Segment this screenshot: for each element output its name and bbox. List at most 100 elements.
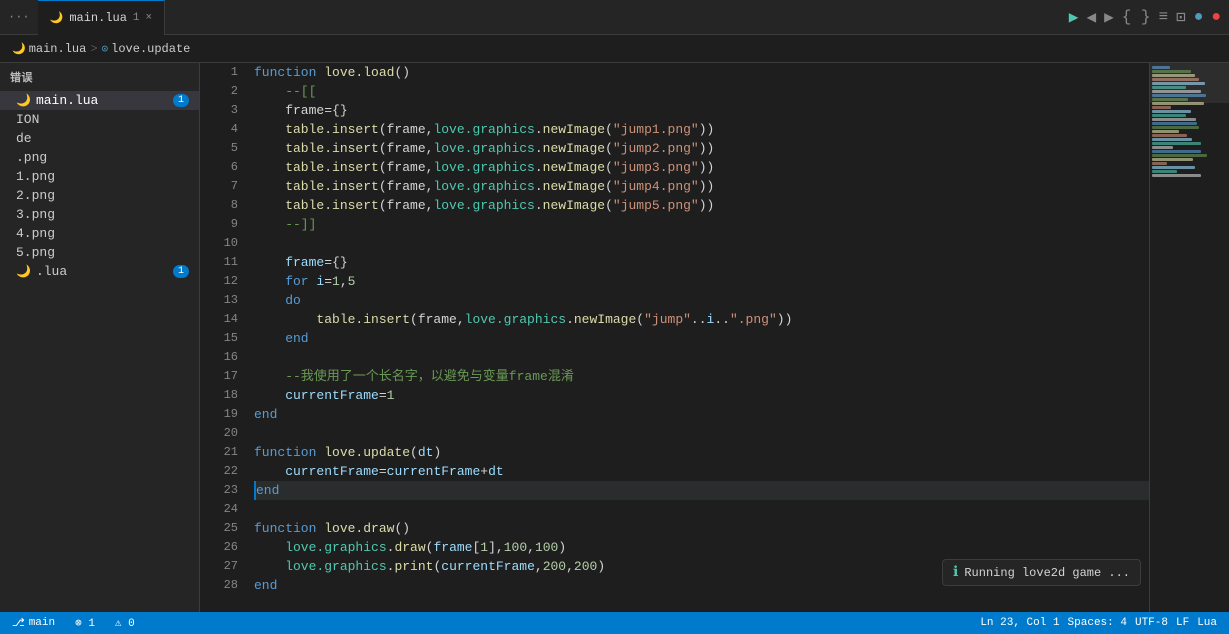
code-container[interactable]: 1234567891011121314151617181920212223242… [200,63,1149,612]
minimap-line [1152,130,1179,133]
circle-icon2[interactable]: ● [1211,8,1221,26]
token-ns: love.graphics [254,538,387,557]
main-layout: 错误 🌙 main.lua 1 ION de .png 1.png [0,63,1229,612]
lua-file-icon: 🌙 [50,11,64,25]
token-op: , [535,557,543,576]
token-fn: newImage [543,196,605,215]
status-branch[interactable]: ⎇ main [8,616,59,630]
token-op: (frame, [379,120,434,139]
token-str: "jump" [644,310,691,329]
minimap-line [1152,122,1197,125]
grid-icon[interactable]: ⊡ [1176,7,1186,27]
code-line-26: love.graphics.draw(frame[1],100,100) [254,538,1149,557]
breadcrumb-sep1: > [90,42,97,56]
code-line-8: table.insert(frame,love.graphics.newImag… [254,196,1149,215]
token-kw: end [256,481,279,500]
token-fn: table.insert [254,177,379,196]
status-spaces[interactable]: Spaces: 4 [1064,617,1131,629]
token-str: "jump3.png" [613,158,699,177]
status-errors[interactable]: ⊗ 1 [71,616,99,630]
main-lua-tab[interactable]: 🌙 main.lua 1 × [38,0,166,35]
token-str: "jump5.png" [613,196,699,215]
debug-next-icon[interactable]: ▶ [1104,7,1114,27]
sidebar-item-4png[interactable]: 4.png [0,224,199,243]
token-op: . [387,557,395,576]
token-op: (frame, [379,196,434,215]
code-line-17: --我使用了一个长名字，以避免与变量frame混淆 [254,367,1149,386]
sidebar-lua-label: .lua [36,264,67,279]
code-content[interactable]: function love.load() --[[ frame={} table… [250,63,1149,612]
token-op: . [535,177,543,196]
token-op: (frame, [379,177,434,196]
token-op: = [379,462,387,481]
status-encoding[interactable]: UTF-8 [1131,617,1172,629]
token-op: . [566,310,574,329]
line-num-20: 20 [212,424,238,443]
token-fn: love.update [324,443,410,462]
breadcrumb-symbol[interactable]: love.update [111,42,190,56]
run-icon[interactable]: ▶ [1069,7,1079,27]
sidebar-item-5png[interactable]: 5.png [0,243,199,262]
sidebar-item-3png[interactable]: 3.png [0,205,199,224]
line-numbers: 1234567891011121314151617181920212223242… [200,63,250,612]
status-warnings[interactable]: ⚠ 0 [111,616,139,630]
token-ns: love.graphics [433,139,534,158]
token-op: ) [433,443,441,462]
sidebar-item-2png[interactable]: 2.png [0,186,199,205]
branch-name: main [29,617,55,629]
circle-icon1[interactable]: ● [1194,8,1204,26]
code-line-1: function love.load() [254,63,1149,82]
minimap-line [1152,134,1187,137]
token-var: frame [254,253,324,272]
token-fn: newImage [574,310,636,329]
debug-prev-icon[interactable]: ◀ [1086,7,1096,27]
line-num-8: 8 [212,196,238,215]
breadcrumb: 🌙 main.lua > ⊙ love.update [0,35,1229,63]
token-op: .. [714,310,730,329]
bracket-icon[interactable]: { } [1122,8,1151,26]
sidebar-item-lua[interactable]: 🌙 .lua 1 [0,262,199,281]
token-ns: love.graphics [433,177,534,196]
breadcrumb-file-icon: 🌙 [12,42,26,56]
sidebar-item-mainlua[interactable]: 🌙 main.lua 1 [0,91,199,110]
token-op: ) [597,557,605,576]
sidebar-item-de[interactable]: de [0,129,199,148]
line-num-13: 13 [212,291,238,310]
token-var: dt [418,443,434,462]
list-icon[interactable]: ≡ [1159,8,1169,26]
token-op: ={} [324,253,347,272]
ellipsis-menu[interactable]: ··· [8,10,30,24]
token-op: ( [605,120,613,139]
token-str: "jump4.png" [613,177,699,196]
token-fn: table.insert [254,158,379,177]
token-kw: for [254,272,316,291]
token-op: () [394,63,410,82]
minimap-line [1152,166,1195,169]
minimap-line [1152,106,1171,109]
minimap-line [1152,138,1192,141]
sidebar-item-png[interactable]: .png [0,148,199,167]
status-eol[interactable]: LF [1172,617,1193,629]
line-num-12: 12 [212,272,238,291]
code-line-25: function love.draw() [254,519,1149,538]
breadcrumb-file[interactable]: main.lua [29,42,87,56]
status-line-col[interactable]: Ln 23, Col 1 [976,617,1063,629]
code-line-15: end [254,329,1149,348]
sidebar-de-label: de [16,131,32,146]
sidebar-item-1png[interactable]: 1.png [0,167,199,186]
spaces-text: Spaces: 4 [1068,617,1127,629]
lua-icon2: 🌙 [16,264,31,279]
sidebar-1png-label: 1.png [16,169,55,184]
sidebar-item-ion[interactable]: ION [0,110,199,129]
token-fn: newImage [543,158,605,177]
code-line-22: currentFrame=currentFrame+dt [254,462,1149,481]
tab-close-icon[interactable]: × [146,12,153,24]
token-kw: end [254,405,277,424]
token-comment: --]] [254,215,316,234]
code-line-12: for i=1,5 [254,272,1149,291]
line-num-6: 6 [212,158,238,177]
warnings-count: ⚠ 0 [115,616,135,630]
status-language[interactable]: Lua [1193,617,1221,629]
status-bar: ⎇ main ⊗ 1 ⚠ 0 Ln 23, Col 1 Spaces: 4 UT… [0,612,1229,634]
line-num-15: 15 [212,329,238,348]
